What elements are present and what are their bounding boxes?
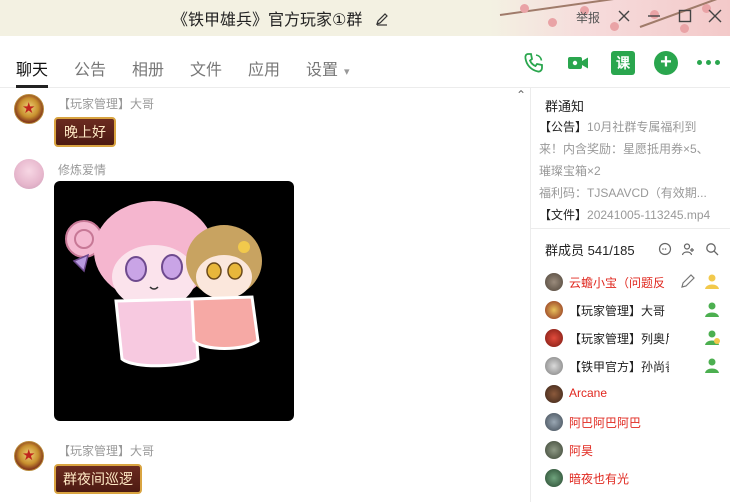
voice-call-icon[interactable] <box>522 51 546 75</box>
member-name: 阿巴阿巴阿巴 <box>569 416 642 430</box>
message-sender: 【玩家管理】大哥 <box>58 97 155 111</box>
member-row[interactable]: 暗夜也有光 <box>545 467 725 489</box>
tab-announcements[interactable]: 公告 <box>74 56 106 80</box>
pin-icon[interactable] <box>616 8 632 24</box>
avatar <box>545 385 563 403</box>
admin-badge-icon <box>705 330 720 345</box>
message-text: 晚上好 <box>64 124 106 140</box>
message-bubble[interactable]: 群夜间巡逻 <box>54 464 142 494</box>
message-sender: 【玩家管理】大哥 <box>58 444 155 458</box>
edit-icon[interactable] <box>375 12 389 26</box>
collapse-panel-icon[interactable]: ⌃ <box>516 88 526 102</box>
message-sender: 修炼爱情 <box>58 163 107 177</box>
sticker-image[interactable] <box>54 181 294 421</box>
member-name: Arcane <box>569 386 608 400</box>
message-text: 群夜间巡逻 <box>63 471 133 487</box>
notice-line[interactable]: 【公告】10月社群专属福利到 <box>539 118 727 135</box>
notice-text: 10月社群专属福利到 <box>587 120 697 134</box>
avatar[interactable] <box>14 441 44 471</box>
title-bar: 《铁甲雄兵》官方玩家①群 举报 <box>0 0 730 36</box>
report-button[interactable]: 举报 <box>576 9 600 26</box>
notice-tag: 【公告】 <box>539 120 588 134</box>
admin-badge-icon <box>705 358 719 373</box>
member-row[interactable]: 【玩家管理】大哥 <box>545 299 725 321</box>
avatar <box>545 469 563 487</box>
tab-settings-label: 设置 <box>306 62 339 79</box>
member-row[interactable]: 云蟾小宝（问题反 <box>545 271 725 293</box>
window-title: 《铁甲雄兵》官方玩家①群 <box>172 6 389 30</box>
group-name: 《铁甲雄兵》官方玩家①群 <box>172 12 363 29</box>
edit-icon[interactable] <box>679 272 697 290</box>
member-row[interactable]: 阿昊 <box>545 439 725 461</box>
member-row[interactable]: 阿巴阿巴阿巴 <box>545 411 725 433</box>
chat-bubble-icon[interactable] <box>658 242 672 256</box>
cherry-blossom-decoration <box>490 0 730 36</box>
avatar <box>545 413 563 431</box>
member-row[interactable]: Arcane <box>545 383 725 405</box>
close-icon[interactable] <box>707 8 723 24</box>
search-icon[interactable] <box>705 242 719 256</box>
divider <box>531 228 730 229</box>
group-notice-title[interactable]: 群通知 <box>545 96 584 115</box>
member-name: 阿昊 <box>569 444 594 458</box>
member-row[interactable]: 【铁甲官方】孙尚香 <box>545 355 725 377</box>
maximize-icon[interactable] <box>677 8 693 24</box>
member-name: 暗夜也有光 <box>569 472 630 486</box>
avatar <box>545 329 563 347</box>
member-name: 【玩家管理】列奥尼达 <box>569 332 669 346</box>
avatar[interactable] <box>14 159 44 189</box>
avatar <box>545 357 563 375</box>
avatar <box>545 301 563 319</box>
more-icon[interactable] <box>697 60 720 65</box>
class-button[interactable]: 课 <box>611 51 635 75</box>
member-name: 【铁甲官方】孙尚香 <box>569 360 669 374</box>
file-name: 20241005-113245.mp4 <box>587 208 711 222</box>
member-row[interactable]: 【玩家管理】列奥尼达 <box>545 327 725 349</box>
file-entry[interactable]: 【文件】20241005-113245.mp4 <box>539 206 710 223</box>
notice-line[interactable]: 来！内含奖励：星愿抵用券×5、 <box>539 140 727 157</box>
admin-badge-icon <box>705 302 719 317</box>
tab-files[interactable]: 文件 <box>190 56 222 80</box>
chevron-down-icon: ▾ <box>344 66 350 78</box>
add-member-icon[interactable] <box>681 242 695 256</box>
video-call-icon[interactable] <box>566 51 590 75</box>
member-name: 云蟾小宝（问题反 <box>569 276 666 290</box>
file-tag: 【文件】 <box>539 208 588 222</box>
tab-bar: 聊天 公告 相册 文件 应用 设置 ▾ 课 + <box>0 36 730 88</box>
tab-settings[interactable]: 设置 ▾ <box>306 56 350 80</box>
right-panel: 群通知 【公告】10月社群专属福利到 来！内含奖励：星愿抵用券×5、 璀璨宝箱×… <box>530 88 730 502</box>
message-bubble[interactable]: 晚上好 <box>54 117 116 147</box>
member-name: 【玩家管理】大哥 <box>569 304 666 318</box>
owner-badge-icon <box>705 274 719 289</box>
tab-apps[interactable]: 应用 <box>248 56 280 80</box>
anime-couple-sticker-icon <box>65 201 262 368</box>
member-count[interactable]: 群成员 541/185 <box>545 240 635 259</box>
notice-line[interactable]: 福利码：TJSAAVCD（有效期... <box>539 184 727 201</box>
notice-line[interactable]: 璀璨宝箱×2 <box>539 162 727 179</box>
tab-album[interactable]: 相册 <box>132 56 164 80</box>
tab-chat[interactable]: 聊天 <box>16 56 48 80</box>
avatar[interactable] <box>14 94 44 124</box>
add-button[interactable]: + <box>654 51 678 75</box>
avatar <box>545 441 563 459</box>
avatar <box>545 273 563 291</box>
minimize-icon[interactable] <box>646 8 662 24</box>
